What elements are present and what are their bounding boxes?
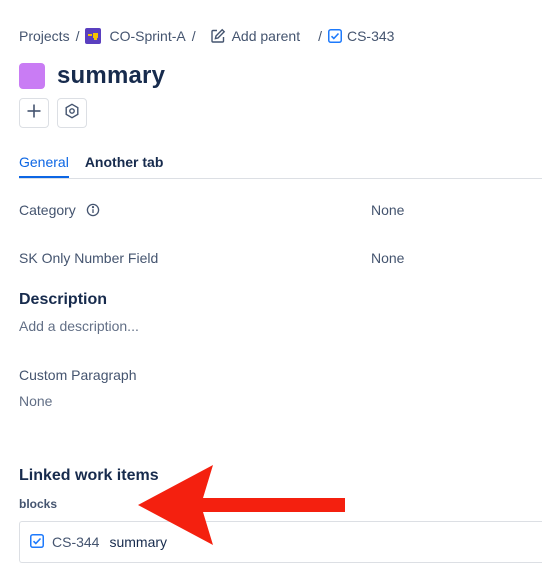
edit-icon: [210, 28, 226, 44]
task-checkbox-icon: [30, 533, 44, 551]
apps-button[interactable]: [57, 98, 87, 128]
tab-another[interactable]: Another tab: [85, 150, 164, 177]
link-type-label: blocks: [19, 497, 58, 511]
description-heading: Description: [19, 291, 108, 308]
breadcrumb-issue[interactable]: CS-343: [327, 28, 395, 44]
project-avatar-icon: [85, 28, 102, 44]
breadcrumb: Projects / CO-Sprint-A / Add parent / CS…: [19, 26, 394, 46]
category-value[interactable]: None: [371, 202, 404, 218]
breadcrumb-separator: /: [75, 28, 80, 44]
tab-general[interactable]: General: [19, 150, 69, 178]
add-parent-label: Add parent: [231, 28, 301, 44]
task-checkbox-icon: [327, 29, 342, 43]
breadcrumb-project[interactable]: CO-Sprint-A: [85, 28, 186, 44]
linked-item-key[interactable]: CS-344: [52, 534, 99, 550]
category-label: Category: [19, 202, 76, 218]
annotation-arrow-icon: [138, 465, 345, 545]
field-label-category: Category: [19, 202, 100, 218]
breadcrumb-separator: /: [191, 28, 196, 44]
sk-number-label: SK Only Number Field: [19, 250, 159, 266]
breadcrumb-projects[interactable]: Projects: [19, 28, 70, 44]
tab-bar: General Another tab: [19, 150, 542, 179]
plus-icon: [26, 103, 42, 124]
sk-number-value[interactable]: None: [371, 250, 404, 266]
hexagon-gear-icon: [64, 102, 80, 124]
custom-paragraph-label: Custom Paragraph: [19, 367, 137, 383]
breadcrumb-separator: /: [318, 28, 322, 44]
breadcrumb-issue-key: CS-343: [346, 28, 395, 44]
description-input[interactable]: Add a description...: [19, 318, 139, 334]
breadcrumb-project-label: CO-Sprint-A: [109, 28, 186, 44]
custom-paragraph-value[interactable]: None: [19, 393, 52, 409]
issue-title[interactable]: summary: [57, 62, 165, 90]
issue-title-row: summary: [19, 62, 165, 90]
add-button[interactable]: [19, 98, 49, 128]
issue-type-icon[interactable]: [19, 63, 45, 89]
add-parent-button[interactable]: Add parent: [202, 28, 301, 44]
issue-detail-page: Projects / CO-Sprint-A / Add parent / CS…: [0, 0, 542, 584]
info-icon[interactable]: [86, 203, 100, 217]
issue-actions: [19, 98, 87, 128]
